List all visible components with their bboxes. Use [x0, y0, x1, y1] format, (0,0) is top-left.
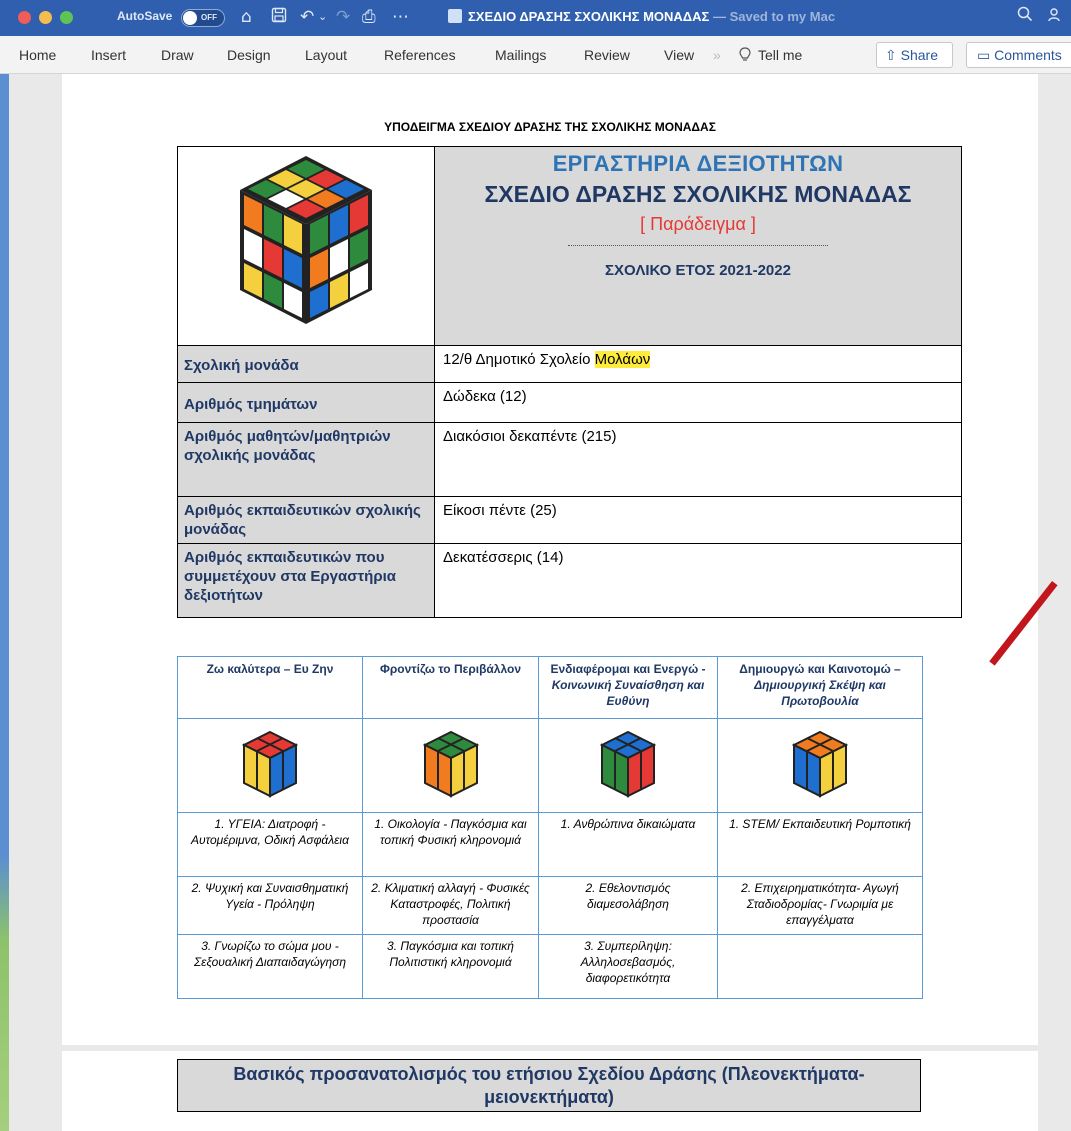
search-icon[interactable] [1017, 6, 1033, 27]
school-year: ΣΧΟΛΙΚΟ ΕΤΟΣ 2021-2022 [605, 262, 791, 279]
theme-item-health: 1. ΥΓΕΙΑ: Διατροφή - Αυτομέριμνα, Οδική … [177, 812, 363, 877]
autosave-label: AutoSave [117, 9, 173, 23]
tab-references[interactable]: References [384, 47, 456, 63]
title-bar: AutoSave OFF ⌂ ↶ ⌄ ↷ ⎙ ⋯ ΣΧΕΔΙΟ ΔΡΑΣΗΣ Σ… [0, 0, 1071, 36]
orientation-heading: Βασικός προσανατολισμός του ετήσιου Σχεδ… [177, 1059, 921, 1112]
theme-item-ecology: 1. Οικολογία - Παγκόσμια και τοπική Φυσι… [362, 812, 539, 877]
red-cube-cell [177, 718, 363, 813]
more-tabs-chevron-icon[interactable]: » [713, 47, 721, 63]
share-button[interactable]: ⇧ Share [876, 42, 953, 68]
plan-title: ΣΧΕΔΙΟ ΔΡΑΣΗΣ ΣΧΟΛΙΚΗΣ ΜΟΝΑΔΑΣ [484, 181, 912, 207]
minimize-window-button[interactable] [39, 11, 52, 24]
workshops-title: ΕΡΓΑΣΤΗΡΙΑ ΔΕΞΙΟΤΗΤΩΝ [552, 151, 844, 176]
sections-label: Αριθμός τμημάτων [177, 382, 435, 423]
share-label: Share [900, 47, 938, 63]
close-window-button[interactable] [18, 11, 31, 24]
school-unit-label: Σχολική μονάδα [177, 345, 435, 383]
dotted-divider [568, 245, 828, 246]
comments-label: Comments [994, 47, 1062, 63]
plan-header-cell: ΕΡΓΑΣΤΗΡΙΑ ΔΕΞΙΟΤΗΤΩΝ ΣΧΕΔΙΟ ΔΡΑΣΗΣ ΣΧΟΛ… [434, 146, 962, 346]
more-icon[interactable]: ⋯ [392, 7, 409, 27]
theme-item-cultural-heritage: 3. Παγκόσμια και τοπική Πολιτιστική κληρ… [362, 934, 539, 999]
lightbulb-icon[interactable] [738, 47, 752, 66]
undo-icon[interactable]: ↶ [300, 7, 314, 27]
blue-cube-cell [538, 718, 718, 813]
share-icon: ⇧ [885, 47, 901, 63]
theme-item-entrepreneurship: 2. Επιχειρηματικότητα- Αγωγή Σταδιοδρομί… [717, 876, 923, 935]
theme-header-social-title: Ενδιαφέρομαι και Ενεργώ [550, 662, 699, 676]
document-heading: ΥΠΟΔΕΙΓΜΑ ΣΧΕΔΙΟΥ ΔΡΑΣΗΣ ΤΗΣ ΣΧΟΛΙΚΗΣ ΜΟ… [384, 120, 716, 134]
toggle-knob [183, 11, 197, 25]
autosave-state: OFF [201, 13, 217, 22]
tab-mailings[interactable]: Mailings [495, 47, 546, 63]
theme-item-empty [717, 934, 923, 999]
red-rubik-cube-icon [241, 730, 299, 798]
theme-header-live-better: Ζω καλύτερα – Ευ Ζην [177, 656, 363, 719]
comment-icon: ▭ [977, 47, 995, 63]
autosave-toggle[interactable]: OFF [181, 9, 225, 27]
thematic-areas-table: Ζω καλύτερα – Ευ Ζην Φροντίζω το Περιβάλ… [177, 656, 923, 999]
theme-item-stem: 1. STEM/ Εκπαιδευτική Ρομποτική [717, 812, 923, 877]
school-info-table: ΕΡΓΑΣΤΗΡΙΑ ΔΕΞΙΟΤΗΤΩΝ ΣΧΕΔΙΟ ΔΡΑΣΗΣ ΣΧΟΛ… [177, 146, 962, 618]
tab-draw[interactable]: Draw [161, 47, 194, 63]
document-title: ΣΧΕΔΙΟ ΔΡΑΣΗΣ ΣΧΟΛΙΚΗΣ ΜΟΝΑΔΑΣ — Saved t… [448, 9, 835, 24]
theme-item-volunteering: 2. Εθελοντισμός διαμεσολάβηση [538, 876, 718, 935]
students-label: Αριθμός μαθητών/μαθητριών σχολικής μονάδ… [177, 422, 435, 497]
tab-home[interactable]: Home [19, 47, 56, 63]
desktop-background [0, 74, 9, 1131]
tab-design[interactable]: Design [227, 47, 271, 63]
zoom-window-button[interactable] [60, 11, 73, 24]
teachers-label: Αριθμός εκπαιδευτικών σχολικής μονάδας [177, 496, 435, 544]
theme-header-innovation: Δημιουργώ και Καινοτομώ – Δημιουργική Σκ… [717, 656, 923, 719]
theme-header-social: Ενδιαφέρομαι και Ενεργώ - Κοινωνική Συνα… [538, 656, 718, 719]
theme-item-inclusion: 3. Συμπερίληψη: Αλληλοσεβασμός, διαφορετ… [538, 934, 718, 999]
ribbon-tabs: Home Insert Draw Design Layout Reference… [0, 36, 1071, 74]
document-name: ΣΧΕΔΙΟ ΔΡΑΣΗΣ ΣΧΟΛΙΚΗΣ ΜΟΝΑΔΑΣ [468, 9, 710, 24]
comments-button[interactable]: ▭ Comments [966, 42, 1071, 68]
theme-item-human-rights: 1. Ανθρώπινα δικαιώματα [538, 812, 718, 877]
word-document-icon [448, 9, 462, 23]
theme-item-body: 3. Γνωρίζω το σώμα μου - Σεξουαλική Διαπ… [177, 934, 363, 999]
orange-rubik-cube-icon [791, 730, 849, 798]
tab-view[interactable]: View [664, 47, 694, 63]
theme-header-innovation-title: Δημιουργώ και Καινοτομώ [739, 662, 891, 676]
saved-status[interactable]: — Saved to my Mac [709, 9, 835, 24]
blue-rubik-cube-icon [599, 730, 657, 798]
orange-cube-cell [717, 718, 923, 813]
highlighted-text: Μολάων [594, 351, 651, 368]
school-name: 12/θ Δημοτικό Σχολείο [443, 351, 595, 368]
participating-teachers-value: Δεκατέσσερις (14) [434, 543, 962, 618]
home-icon[interactable]: ⌂ [241, 7, 252, 27]
tab-layout[interactable]: Layout [305, 47, 347, 63]
participating-teachers-label: Αριθμός εκπαιδευτικών που συμμετέχουν στ… [177, 543, 435, 618]
tell-me-search[interactable]: Tell me [758, 47, 802, 63]
tab-review[interactable]: Review [584, 47, 630, 63]
school-unit-value: 12/θ Δημοτικό Σχολείο Μολάων [434, 345, 962, 383]
print-icon[interactable]: ⎙ [362, 7, 376, 27]
rubik-cube-logo-cell [177, 146, 435, 346]
undo-menu-chevron-icon[interactable]: ⌄ [318, 7, 327, 27]
theme-item-mental-health: 2. Ψυχική και Συναισθηματική Υγεία - Πρό… [177, 876, 363, 935]
green-rubik-cube-icon [422, 730, 479, 798]
page-break [62, 1045, 1038, 1051]
theme-header-innovation-subtitle: Δημιουργική Σκέψη και Πρωτοβουλία [754, 678, 886, 708]
tab-insert[interactable]: Insert [91, 47, 126, 63]
sections-value: Δώδεκα (12) [434, 382, 962, 423]
theme-header-environment: Φροντίζω το Περιβάλλον [362, 656, 539, 719]
example-label: [ Παράδειγμα ] [640, 214, 756, 234]
theme-header-social-subtitle: Κοινωνική Συναίσθηση και Ευθύνη [551, 678, 705, 708]
green-cube-cell [362, 718, 539, 813]
rubik-cube-icon [240, 156, 372, 324]
share-people-icon[interactable] [1047, 6, 1065, 29]
theme-item-climate: 2. Κλιματική αλλαγή - Φυσικές Καταστροφέ… [362, 876, 539, 935]
teachers-value: Είκοσι πέντε (25) [434, 496, 962, 544]
save-icon[interactable] [271, 7, 287, 28]
redo-icon[interactable]: ↷ [336, 7, 350, 27]
students-value: Διακόσιοι δεκαπέντε (215) [434, 422, 962, 497]
